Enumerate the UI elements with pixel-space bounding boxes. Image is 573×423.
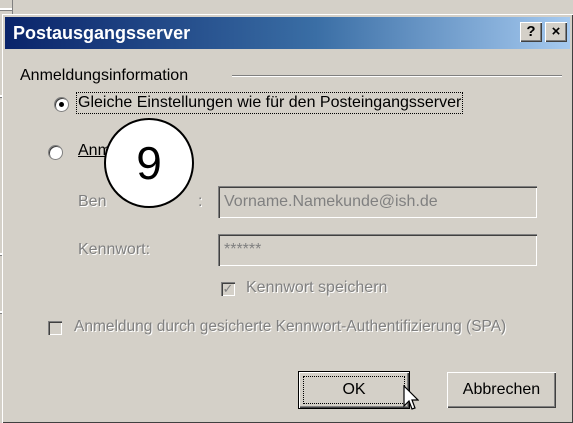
save-password-label: Kennwort speichern <box>246 279 388 296</box>
title-bar[interactable]: Postausgangsserver ? × <box>5 17 570 49</box>
mouse-cursor-icon <box>403 385 419 410</box>
group-label: Anmeldungsinformation <box>20 67 189 84</box>
save-password-checkbox[interactable]: ✓ <box>221 282 235 296</box>
group-divider <box>232 75 562 77</box>
username-field[interactable]: Vorname.Namekunde@ish.de <box>218 186 537 218</box>
password-field[interactable]: ****** <box>218 234 537 266</box>
background-divider <box>0 8 12 11</box>
cancel-button[interactable]: Abbrechen <box>447 372 556 408</box>
help-button[interactable]: ? <box>520 22 542 42</box>
dialog-title: Postausgangsserver <box>13 23 191 43</box>
focus-rectangle <box>303 376 405 404</box>
close-icon: × <box>551 23 561 40</box>
username-label-colon: : <box>198 193 203 210</box>
same-settings-radio[interactable] <box>54 97 69 112</box>
spa-label: Anmeldung durch gesicherte Kennwort-Auth… <box>74 318 507 335</box>
close-button[interactable]: × <box>545 22 567 42</box>
username-label: Ben <box>78 193 107 210</box>
same-settings-label[interactable]: Gleiche Einstellungen wie für den Postei… <box>75 92 464 114</box>
login-with-radio[interactable] <box>48 145 63 160</box>
ok-button[interactable]: OK <box>298 371 410 409</box>
help-icon: ? <box>526 23 536 40</box>
password-label: Kennwort: <box>78 241 151 258</box>
step-number-badge: 9 <box>104 118 194 208</box>
spa-checkbox[interactable] <box>48 321 62 335</box>
cancel-button-label: Abbrechen <box>462 381 541 398</box>
outgoing-server-dialog: Postausgangsserver ? × Anmeldungsinforma… <box>2 14 573 423</box>
radio-selected-dot <box>59 102 64 107</box>
checkmark-icon: ✓ <box>222 281 234 296</box>
